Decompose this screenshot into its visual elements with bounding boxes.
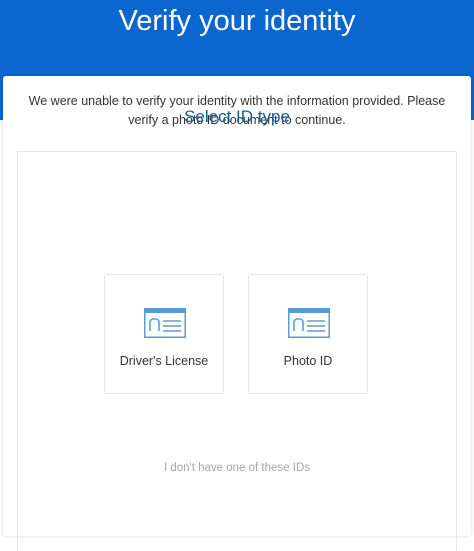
- page-title: Verify your identity: [118, 5, 356, 37]
- photo-id-option[interactable]: Photo ID: [248, 274, 368, 394]
- photo-id-label: Photo ID: [283, 354, 333, 368]
- id-card-icon: [288, 308, 330, 338]
- no-id-link[interactable]: I don't have one of these IDs: [0, 460, 474, 476]
- select-id-type-heading: Select ID type: [184, 107, 290, 126]
- id-selection-panel: [17, 151, 457, 551]
- drivers-license-label: Driver's License: [119, 354, 209, 368]
- drivers-license-option[interactable]: Driver's License: [104, 274, 224, 394]
- id-card-icon: [144, 308, 186, 338]
